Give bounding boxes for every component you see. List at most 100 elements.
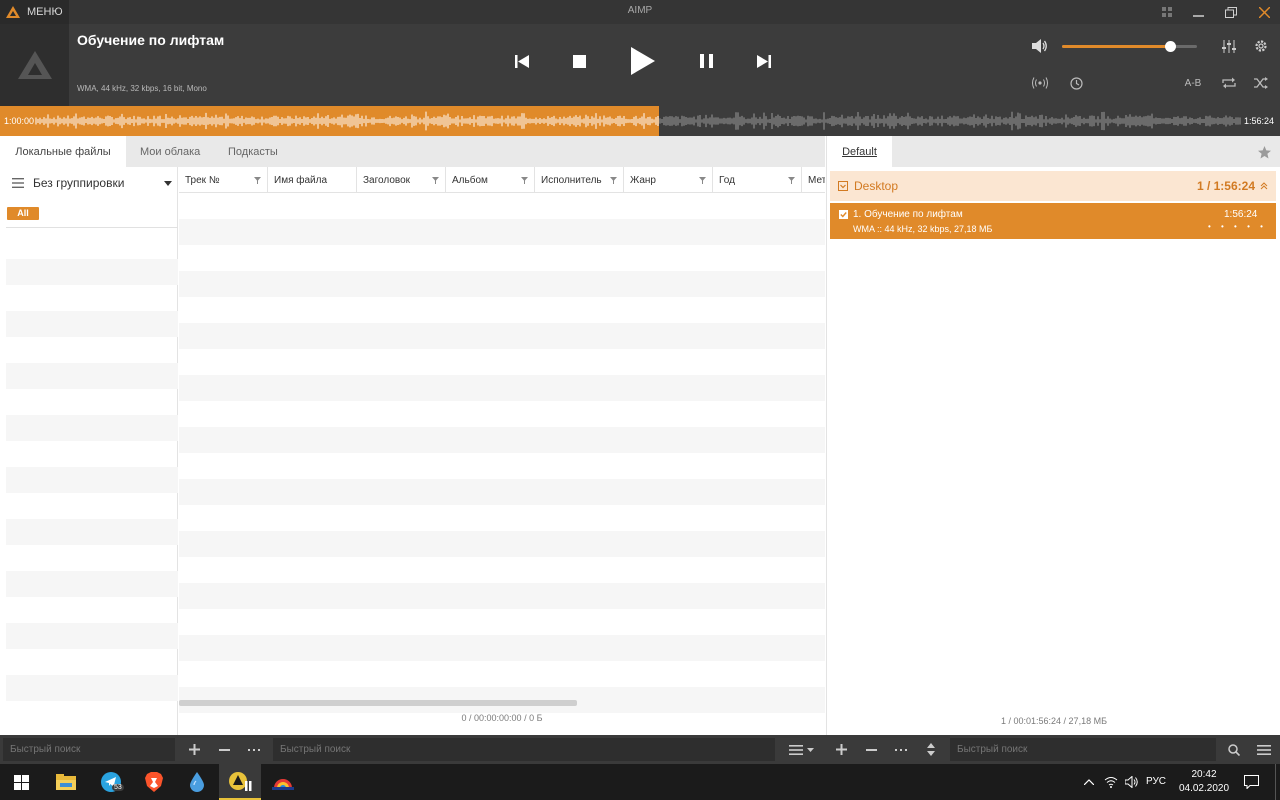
stop-button[interactable] — [565, 50, 593, 72]
remove-button[interactable] — [212, 738, 236, 761]
star-icon — [1257, 145, 1271, 158]
taskbar-drop-app[interactable] — [176, 764, 218, 800]
group-total: 1 / 1:56:24 — [1196, 179, 1255, 193]
column-title[interactable]: Заголовок — [357, 167, 446, 193]
empty-row — [6, 415, 178, 441]
taskbar-explorer[interactable] — [45, 764, 87, 800]
column-file-name[interactable]: Имя файла — [268, 167, 357, 193]
grouping-selector[interactable]: Без группировки — [0, 167, 178, 199]
collapse-checkbox-icon[interactable] — [838, 181, 848, 191]
chevron-up-icon[interactable] — [1260, 182, 1268, 190]
volume-slider[interactable] — [1062, 41, 1197, 52]
library-status: 0 / 00:00:00:00 / 0 Б — [461, 713, 543, 723]
clock-icon — [1069, 76, 1083, 90]
more-button[interactable] — [242, 738, 266, 761]
tab-podcasts[interactable]: Подкасты — [228, 136, 278, 167]
aimp-taskbar-icon — [229, 772, 252, 791]
column-genre[interactable]: Жанр — [624, 167, 713, 193]
start-button[interactable] — [0, 764, 42, 800]
clock-date: 04.02.2020 — [1178, 783, 1230, 794]
windows-logo-icon — [13, 774, 29, 790]
search-button[interactable] — [1222, 738, 1246, 761]
hamburger-icon — [788, 744, 803, 755]
pause-button[interactable] — [692, 50, 720, 72]
column-track-number[interactable]: Трек № — [179, 167, 268, 193]
windows-taskbar: 53 РУС 20:42 04.02.2020 — [0, 764, 1280, 800]
taskbar-brave[interactable] — [133, 764, 175, 800]
playlist-item[interactable]: 1. Обучение по лифтам WMA :: 44 kHz, 32 … — [830, 203, 1276, 239]
tab-default-playlist[interactable]: Default — [827, 136, 892, 167]
grouping-label: Без группировки — [33, 176, 125, 190]
tray-expand-button[interactable] — [1082, 774, 1096, 790]
volume-knob[interactable] — [1165, 41, 1176, 52]
shuffle-button[interactable] — [1251, 74, 1271, 92]
playlist-group-header[interactable]: Desktop 1 / 1:56:24 — [830, 171, 1276, 201]
sort-button[interactable] — [919, 738, 943, 761]
action-center-button[interactable] — [1240, 772, 1262, 792]
close-button[interactable] — [1248, 0, 1280, 24]
chevron-down-icon — [806, 747, 814, 752]
empty-row — [6, 675, 178, 701]
album-cover[interactable] — [0, 24, 69, 106]
radio-button[interactable] — [1030, 74, 1050, 92]
folder-icon — [56, 774, 76, 790]
playlist-add-button[interactable] — [829, 738, 853, 761]
repeat-button[interactable] — [1219, 74, 1239, 92]
column-album[interactable]: Альбом — [446, 167, 535, 193]
minimize-button[interactable] — [1182, 0, 1214, 24]
previous-button[interactable] — [508, 50, 536, 72]
tray-volume[interactable] — [1123, 774, 1141, 790]
playlist-search-input[interactable] — [950, 738, 1216, 761]
library-search-input[interactable] — [273, 738, 775, 761]
empty-row — [6, 311, 178, 337]
tray-language[interactable]: РУС — [1146, 776, 1166, 787]
filter-icon — [521, 176, 528, 184]
pause-icon — [699, 54, 713, 68]
add-button[interactable] — [182, 738, 206, 761]
tray-network[interactable] — [1102, 774, 1120, 790]
tab-local-files[interactable]: Локальные файлы — [0, 136, 126, 167]
tab-my-clouds[interactable]: Мои облака — [140, 136, 200, 167]
taskbar-app-globe[interactable] — [262, 764, 304, 800]
horizontal-scrollbar[interactable] — [179, 700, 577, 706]
next-button[interactable] — [750, 50, 778, 72]
taskbar-aimp[interactable] — [219, 764, 261, 800]
playlist-more-button[interactable] — [889, 738, 913, 761]
equalizer-icon — [1222, 39, 1236, 53]
item-checkbox-icon[interactable] — [839, 210, 848, 219]
play-button[interactable] — [626, 44, 660, 78]
playlist-menu-button[interactable] — [1252, 738, 1276, 761]
tray-clock[interactable]: 20:42 04.02.2020 — [1176, 768, 1232, 796]
group-name: Desktop — [854, 179, 899, 193]
mini-mode-button[interactable] — [1151, 0, 1183, 24]
column-meta[interactable]: Мет — [802, 167, 825, 193]
player-panel: Обучение по лифтам WMA, 44 kHz, 32 kbps,… — [0, 24, 1280, 106]
search-icon — [1228, 743, 1240, 756]
empty-row — [6, 519, 178, 545]
waveform-seekbar[interactable]: 1:00:00 1:56:24 — [0, 106, 1280, 136]
equalizer-button[interactable] — [1219, 37, 1239, 55]
column-artist[interactable]: Исполнитель — [535, 167, 624, 193]
settings-button[interactable] — [1251, 37, 1271, 55]
taskbar-telegram[interactable]: 53 — [90, 764, 132, 800]
playlist-item-rating[interactable]: • • • • • — [1208, 222, 1267, 231]
favorites-button[interactable] — [1255, 144, 1273, 160]
track-title: Обучение по лифтам — [77, 32, 225, 48]
grouping-search-input[interactable] — [3, 738, 175, 761]
restore-button[interactable] — [1215, 0, 1247, 24]
ab-repeat-button[interactable]: A-B — [1180, 74, 1206, 92]
scheduler-button[interactable] — [1066, 74, 1086, 92]
time-elapsed: 1:00:00 — [4, 116, 35, 126]
track-info: WMA, 44 kHz, 32 kbps, 16 bit, Mono — [77, 84, 207, 93]
empty-row — [6, 363, 178, 389]
library-menu-button[interactable] — [784, 738, 818, 761]
column-year[interactable]: Год — [713, 167, 802, 193]
more-icon — [248, 748, 260, 751]
filter-all-badge[interactable]: All — [7, 207, 39, 220]
close-icon — [1258, 6, 1270, 18]
playlist-remove-button[interactable] — [859, 738, 883, 761]
menu-button[interactable]: МЕНЮ — [0, 0, 69, 24]
show-desktop-button[interactable] — [1275, 764, 1280, 800]
mute-button[interactable] — [1030, 37, 1050, 55]
empty-row — [179, 323, 825, 349]
